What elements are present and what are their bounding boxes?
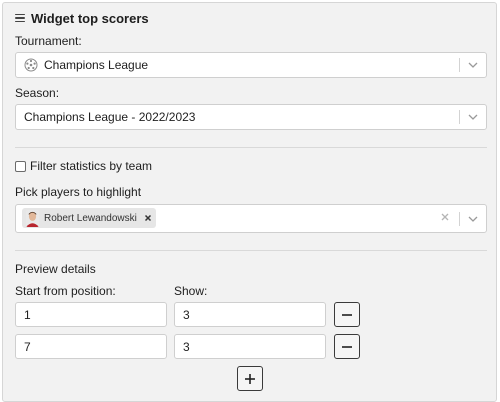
start-position-input[interactable]: 7 [15,334,167,359]
players-multiselect[interactable]: Robert Lewandowski [15,204,487,233]
show-count-input[interactable]: 3 [174,334,326,359]
chevron-down-icon[interactable] [468,113,478,121]
remove-row-button[interactable] [334,334,360,359]
season-value: Champions League - 2022/2023 [24,105,195,129]
season-label: Season: [15,86,60,100]
widget-panel: Widget top scorers Tournament: Champions… [2,2,497,402]
drag-handle-icon[interactable] [15,13,25,23]
show-count-input[interactable]: 3 [174,302,326,327]
plus-icon [245,373,255,384]
player-chip: Robert Lewandowski [22,208,156,228]
remove-chip-icon[interactable] [144,214,152,222]
champions-league-icon [24,58,38,72]
filter-by-team-row[interactable]: Filter statistics by team [15,159,152,173]
player-chip-label: Robert Lewandowski [44,212,137,224]
section-divider [15,147,487,148]
clear-icon[interactable] [440,212,450,222]
preview-heading: Preview details [15,262,96,276]
players-label: Pick players to highlight [15,185,142,199]
season-selected-text: Champions League - 2022/2023 [24,110,196,124]
avatar [26,209,39,227]
widget-title: Widget top scorers [31,10,149,26]
start-position-label: Start from position: [15,284,116,298]
select-separator [459,110,460,124]
tournament-label: Tournament: [15,34,82,48]
chevron-down-icon[interactable] [468,61,478,69]
remove-row-button[interactable] [334,302,360,327]
start-position-input[interactable]: 1 [15,302,167,327]
tournament-value: Champions League [24,53,148,77]
filter-by-team-checkbox[interactable] [15,160,26,172]
tournament-selected-text: Champions League [44,58,149,72]
chevron-down-icon[interactable] [468,215,478,223]
minus-icon [342,313,352,316]
widget-header: Widget top scorers [15,10,149,26]
select-separator [459,212,460,226]
add-row-button[interactable] [237,366,263,391]
tournament-select[interactable]: Champions League [15,52,487,78]
section-divider [15,250,487,251]
season-select[interactable]: Champions League - 2022/2023 [15,104,487,130]
select-separator [459,58,460,72]
filter-by-team-label: Filter statistics by team [30,159,153,173]
show-label: Show: [174,284,208,298]
minus-icon [342,345,352,348]
